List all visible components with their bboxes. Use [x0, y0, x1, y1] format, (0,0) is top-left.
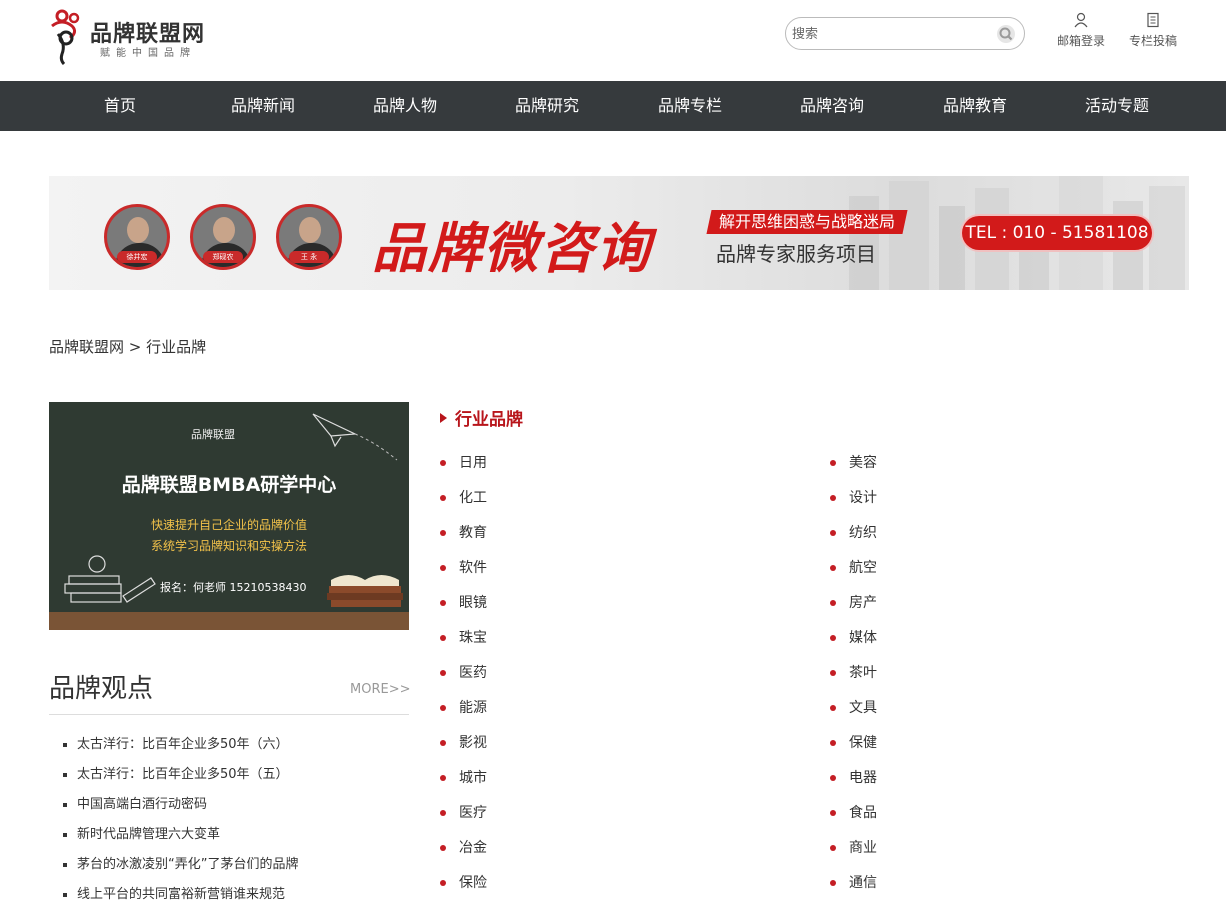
category-item[interactable]: 食品	[830, 802, 877, 837]
section-divider	[49, 714, 409, 715]
category-item[interactable]: 美容	[830, 452, 877, 487]
nav-item-event-topics[interactable]: 活动专题	[1057, 81, 1177, 131]
category-item[interactable]: 教育	[440, 522, 487, 557]
document-icon	[1147, 12, 1159, 28]
site-header: 品牌联盟网 赋能中国品牌 邮箱登录 专栏投稿	[0, 0, 1226, 81]
nav-item-home[interactable]: 首页	[60, 81, 180, 131]
list-item[interactable]: 中国高端白酒行动密码	[49, 795, 409, 825]
search-icon[interactable]	[996, 24, 1016, 44]
category-item[interactable]: 媒体	[830, 627, 877, 662]
banner-slogan-text: 解开思维困惑与战略迷局	[719, 212, 896, 231]
banner-slogan: 解开思维困惑与战略迷局	[706, 210, 908, 234]
category-item[interactable]: 商业	[830, 837, 877, 872]
brand-views-list: 太古洋行：比百年企业多50年（六） 太古洋行：比百年企业多50年（五） 中国高端…	[49, 735, 409, 915]
category-item[interactable]: 航空	[830, 557, 877, 592]
paper-plane-icon	[312, 413, 398, 461]
expert-name-1: 徐井宏	[117, 251, 157, 263]
category-list-left: 日用 化工 教育 软件 眼镜 珠宝 医药 能源 影视 城市 医疗 冶金 保险	[440, 452, 487, 907]
list-item[interactable]: 太古洋行：比百年企业多50年（六）	[49, 735, 409, 765]
list-item[interactable]: 太古洋行：比百年企业多50年（五）	[49, 765, 409, 795]
main-nav: 首页 品牌新闻 品牌人物 品牌研究 品牌专栏 品牌咨询 品牌教育 活动专题	[0, 81, 1226, 131]
promo-contact: 报名：何老师 15210538430	[160, 581, 307, 594]
nav-item-brand-education[interactable]: 品牌教育	[915, 81, 1035, 131]
category-item[interactable]: 城市	[440, 767, 487, 802]
expert-avatar-3: 王 永	[276, 204, 342, 270]
site-logo[interactable]: 品牌联盟网 赋能中国品牌	[48, 4, 218, 68]
list-item[interactable]: 茅台的冰激凌别“弄化”了茅台们的品牌	[49, 855, 409, 885]
banner-phone: TEL : 010 - 51581108	[962, 216, 1152, 250]
promo-title: 品牌联盟BMBA研学中心	[121, 474, 337, 496]
category-item[interactable]: 冶金	[440, 837, 487, 872]
logo-emblem-icon	[51, 9, 80, 66]
category-item[interactable]: 影视	[440, 732, 487, 767]
nav-item-brand-research[interactable]: 品牌研究	[487, 81, 607, 131]
category-item[interactable]: 保险	[440, 872, 487, 907]
brand-views-more-link[interactable]: MORE>>	[350, 682, 410, 697]
category-item[interactable]: 医疗	[440, 802, 487, 837]
promo-line-1: 快速提升自己企业的品牌价值	[150, 518, 307, 532]
category-item[interactable]: 电器	[830, 767, 877, 802]
search-box	[785, 17, 1025, 50]
column-submit-link[interactable]: 专栏投稿	[1126, 12, 1180, 49]
category-item[interactable]: 茶叶	[830, 662, 877, 697]
nav-item-brand-people[interactable]: 品牌人物	[345, 81, 465, 131]
category-item[interactable]: 软件	[440, 557, 487, 592]
category-item[interactable]: 纺织	[830, 522, 877, 557]
category-item[interactable]: 文具	[830, 697, 877, 732]
logo-subtitle: 赋能中国品牌	[100, 48, 196, 59]
category-item[interactable]: 通信	[830, 872, 877, 907]
expert-avatar-1: 徐井宏	[104, 204, 170, 270]
search-input[interactable]	[792, 24, 992, 44]
nav-item-brand-consulting[interactable]: 品牌咨询	[772, 81, 892, 131]
category-heading-label: 行业品牌	[455, 410, 523, 430]
banner-title: 品牌微咨询	[372, 217, 652, 280]
list-item[interactable]: 新时代品牌管理六大变革	[49, 825, 409, 855]
nav-item-brand-news[interactable]: 品牌新闻	[203, 81, 323, 131]
user-icon	[1074, 12, 1088, 28]
category-heading: 行业品牌	[440, 405, 523, 430]
brand-views-title: 品牌观点	[49, 674, 154, 704]
expert-name-2: 郑砚农	[203, 251, 243, 263]
books-icon	[64, 555, 156, 603]
email-login-label: 邮箱登录	[1056, 34, 1105, 48]
category-item[interactable]: 房产	[830, 592, 877, 627]
bmba-promo-card[interactable]: 品牌联盟 品牌联盟BMBA研学中心 快速提升自己企业的品牌价值 系统学习品牌知识…	[49, 402, 409, 630]
category-item[interactable]: 珠宝	[440, 627, 487, 662]
open-book-icon	[327, 575, 403, 607]
promo-desk	[49, 612, 409, 630]
category-item[interactable]: 眼镜	[440, 592, 487, 627]
category-item[interactable]: 化工	[440, 487, 487, 522]
column-submit-label: 专栏投稿	[1128, 34, 1177, 48]
category-item[interactable]: 设计	[830, 487, 877, 522]
category-item[interactable]: 日用	[440, 452, 487, 487]
triangle-bullet-icon	[440, 413, 447, 423]
promo-logo: 品牌联盟	[191, 428, 235, 441]
breadcrumb[interactable]: 品牌联盟网 > 行业品牌	[49, 336, 206, 357]
category-item[interactable]: 医药	[440, 662, 487, 697]
expert-avatar-2: 郑砚农	[190, 204, 256, 270]
expert-name-3: 王 永	[289, 251, 329, 263]
nav-item-brand-column[interactable]: 品牌专栏	[630, 81, 750, 131]
consulting-banner[interactable]: 徐井宏 郑砚农 王 永 品牌微咨询 解开思维困惑与战略迷局 品牌专家服务项目 T…	[49, 176, 1189, 290]
banner-subtitle: 品牌专家服务项目	[716, 242, 876, 266]
email-login-link[interactable]: 邮箱登录	[1054, 12, 1108, 49]
category-item[interactable]: 保健	[830, 732, 877, 767]
category-item[interactable]: 能源	[440, 697, 487, 732]
list-item[interactable]: 线上平台的共同富裕新营销谁来规范	[49, 885, 409, 915]
category-list-right: 美容 设计 纺织 航空 房产 媒体 茶叶 文具 保健 电器 食品 商业 通信	[830, 452, 877, 907]
